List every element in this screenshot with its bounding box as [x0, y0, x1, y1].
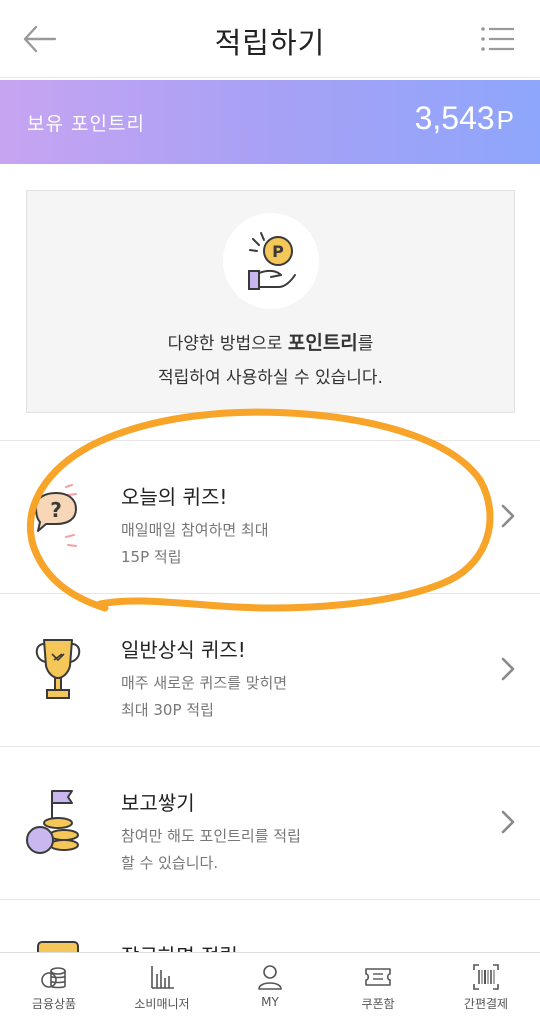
coins-icon [41, 967, 66, 989]
points-balance-bar: 보유 포인트리 3,543P [0, 80, 540, 164]
chevron-right-icon [500, 809, 516, 835]
bar-chart-icon [151, 966, 174, 989]
trophy-icon [22, 632, 92, 707]
nav-label: 금융상품 [31, 997, 77, 1011]
coin-hand-icon: P [223, 213, 319, 309]
barcode-icon [473, 964, 499, 990]
info-line-2: 적립하여 사용하실 수 있습니다. [158, 368, 383, 388]
list-menu-icon[interactable] [480, 24, 516, 54]
points-unit: P [496, 105, 514, 135]
coins-flag-icon [22, 785, 92, 860]
item-description: 매일매일 참여하면 최대 15P 적립 [121, 517, 269, 571]
info-line-1-bold: 포인트리 [287, 332, 358, 354]
nav-spending-manager[interactable]: 소비매니저 [108, 953, 216, 1019]
list-item-today-quiz[interactable]: ? 오늘의 퀴즈! 매일매일 참여하면 최대 15P 적립 [0, 440, 540, 593]
item-description: 매주 새로운 퀴즈를 맞히면 최대 30P 적립 [121, 670, 287, 724]
item-description-line-1: 참여만 해도 포인트리를 적립 [121, 827, 301, 845]
person-icon [258, 965, 282, 990]
item-description: 참여만 해도 포인트리를 적립 할 수 있습니다. [121, 823, 301, 877]
points-label: 보유 포인트리 [27, 113, 145, 135]
svg-text:P: P [272, 242, 284, 261]
app-header: 적립하기 [0, 0, 540, 78]
svg-text:?: ? [50, 498, 62, 522]
nav-easy-pay[interactable]: 간편결제 [432, 953, 540, 1019]
item-description-line-2: 15P 적립 [121, 548, 182, 566]
list-item-watch-and-earn[interactable]: 보고쌓기 참여만 해도 포인트리를 적립 할 수 있습니다. [0, 746, 540, 899]
chevron-right-icon [500, 503, 516, 529]
points-value: 3,543P [415, 100, 514, 137]
item-title: 오늘의 퀴즈! [121, 485, 228, 509]
nav-coupon-box[interactable]: 쿠폰함 [324, 953, 432, 1019]
info-box: P 다양한 방법으로 포인트리를 적립하여 사용하실 수 있습니다. [26, 190, 515, 413]
bottom-nav: 금융상품 소비매니저 MY 쿠폰함 간편결제 [0, 952, 540, 1019]
nav-label: 간편결제 [463, 997, 509, 1011]
nav-my[interactable]: MY [216, 953, 324, 1019]
info-line-1-suffix: 를 [357, 334, 374, 354]
nav-label: 소비매니저 [134, 997, 190, 1011]
nav-label: 쿠폰함 [361, 997, 395, 1011]
page-title: 적립하기 [214, 26, 326, 60]
info-line-1-prefix: 다양한 방법으로 [167, 334, 288, 354]
nav-financial-products[interactable]: 금융상품 [0, 953, 108, 1019]
speech-bubble-question-icon: ? [22, 479, 92, 554]
list-item-general-quiz[interactable]: 일반상식 퀴즈! 매주 새로운 퀴즈를 맞히면 최대 30P 적립 [0, 593, 540, 746]
item-title: 보고쌓기 [121, 791, 195, 815]
item-description-line-2: 최대 30P 적립 [121, 701, 214, 719]
item-description-line-2: 할 수 있습니다. [121, 854, 219, 872]
item-description-line-1: 매일매일 참여하면 최대 [121, 521, 269, 539]
info-line-1: 다양한 방법으로 포인트리를 [27, 328, 514, 355]
item-title: 일반상식 퀴즈! [121, 638, 246, 662]
ticket-icon [365, 968, 391, 986]
item-description-line-1: 매주 새로운 퀴즈를 맞히면 [121, 674, 288, 692]
chevron-right-icon [500, 656, 516, 682]
points-amount: 3,543 [414, 100, 495, 136]
nav-label: MY [261, 995, 279, 1009]
